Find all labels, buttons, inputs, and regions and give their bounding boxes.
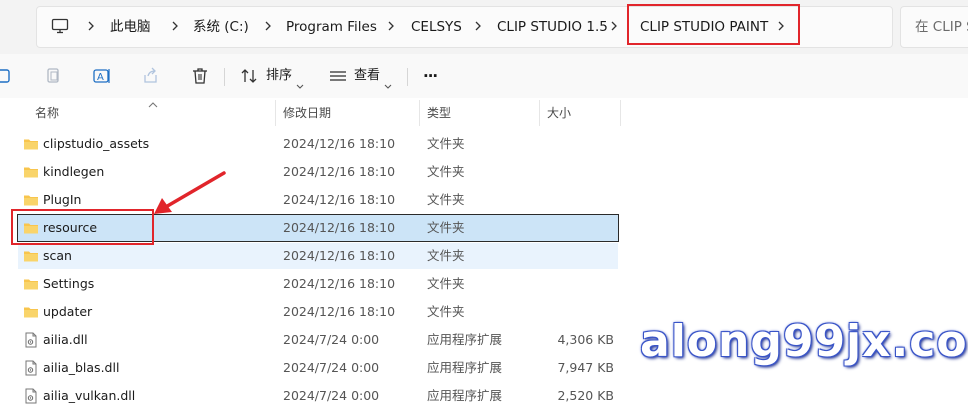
file-type: 文件夹 [427, 248, 465, 263]
file-name: clipstudio_assets [43, 136, 150, 151]
sort-label: 排序 [266, 68, 293, 83]
this-pc-icon[interactable] [51, 17, 71, 37]
view-label: 查看 [354, 68, 381, 83]
view-icon [328, 67, 348, 96]
file-name: Settings [43, 276, 95, 291]
share-icon[interactable] [141, 66, 161, 86]
breadcrumb-chevron-icon[interactable] [610, 19, 618, 33]
folder-icon [23, 164, 39, 180]
folder-icon [23, 304, 39, 320]
breadcrumb-this-pc[interactable]: 此电脑 [110, 7, 151, 47]
file-type: 文件夹 [427, 136, 465, 151]
folder-row[interactable]: scan 2024/12/16 18:10 文件夹 [18, 243, 618, 269]
file-type: 文件夹 [427, 276, 465, 291]
folder-row[interactable]: Settings 2024/12/16 18:10 文件夹 [18, 271, 618, 297]
breadcrumb-highlight-box [627, 4, 800, 45]
search-input[interactable]: 在 CLIP S [900, 6, 968, 48]
dll-file-icon [23, 360, 39, 376]
more-options-button[interactable]: ··· [423, 62, 438, 90]
column-name[interactable]: 名称 [35, 98, 59, 128]
file-name: scan [43, 248, 72, 263]
chevron-down-icon [384, 73, 392, 101]
file-name: ailia_vulkan.dll [43, 388, 136, 403]
toolbar-divider [407, 68, 408, 86]
file-type: 文件夹 [427, 192, 465, 207]
folder-icon [23, 276, 39, 292]
file-size: 7,947 KB [557, 360, 614, 375]
breadcrumb-clip-studio-1-5[interactable]: CLIP STUDIO 1.5 [497, 7, 608, 47]
folder-row[interactable]: updater 2024/12/16 18:10 文件夹 [18, 299, 618, 325]
annotation-arrow-icon [154, 171, 226, 214]
column-size[interactable]: 大小 [547, 98, 571, 128]
breadcrumb-chevron-icon[interactable] [87, 19, 95, 33]
sort-icon [240, 67, 260, 96]
search-placeholder: 在 CLIP S [915, 19, 968, 35]
file-row[interactable]: ailia_blas.dll 2024/7/24 0:00 应用程序扩展 7,947 … [18, 355, 618, 381]
folder-row[interactable]: kindlegen 2024/12/16 18:10 文件夹 [18, 159, 618, 185]
dll-file-icon [23, 332, 39, 348]
column-divider[interactable] [539, 100, 540, 126]
sort-ascending-icon [148, 97, 158, 112]
column-date-modified[interactable]: 修改日期 [283, 98, 331, 128]
file-name: kindlegen [43, 164, 105, 179]
breadcrumb-chevron-icon[interactable] [171, 19, 179, 33]
sort-button[interactable]: 排序 [240, 62, 310, 90]
file-name: ailia.dll [43, 332, 88, 347]
file-date-modified: 2024/12/16 18:10 [283, 164, 396, 179]
file-size: 2,520 KB [557, 388, 614, 403]
column-divider[interactable] [620, 100, 621, 126]
rename-icon[interactable]: A [92, 66, 112, 86]
chevron-down-icon [296, 73, 304, 101]
breadcrumb-celsys[interactable]: CELSYS [411, 7, 462, 47]
address-bar-row: 此电脑 系统 (C:) Program Files CELSYS CLIP ST… [0, 0, 968, 54]
watermark-logo: along99jx.com [640, 316, 968, 367]
file-type: 文件夹 [427, 164, 465, 179]
svg-text:A: A [97, 72, 104, 83]
file-row[interactable]: ailia_vulkan.dll 2024/7/24 0:00 应用程序扩展 2,52… [18, 383, 618, 409]
file-date-modified: 2024/7/24 0:00 [283, 360, 380, 375]
file-type: 应用程序扩展 [427, 332, 503, 347]
toolbar-divider [224, 68, 225, 86]
file-type: 文件夹 [427, 220, 465, 235]
column-type[interactable]: 类型 [427, 98, 451, 128]
file-name: ailia_blas.dll [43, 360, 120, 375]
file-date-modified: 2024/7/24 0:00 [283, 388, 380, 403]
breadcrumb-chevron-icon[interactable] [387, 19, 395, 33]
new-item-icon[interactable] [0, 66, 14, 86]
column-divider[interactable] [275, 100, 276, 126]
view-button[interactable]: 查看 [328, 62, 398, 90]
file-date-modified: 2024/12/16 18:10 [283, 192, 396, 207]
column-header: 名称 修改日期 类型 大小 [0, 98, 968, 128]
row-highlight-box [11, 209, 154, 245]
file-date-modified: 2024/7/24 0:00 [283, 332, 380, 347]
file-date-modified: 2024/12/16 18:10 [283, 136, 396, 151]
file-type: 文件夹 [427, 304, 465, 319]
delete-icon[interactable] [190, 66, 210, 86]
file-size: 4,306 KB [557, 332, 614, 347]
breadcrumb-system-c[interactable]: 系统 (C:) [193, 7, 249, 47]
file-name: updater [43, 304, 93, 319]
copy-icon[interactable] [44, 66, 64, 86]
folder-row[interactable]: clipstudio_assets 2024/12/16 18:10 文件夹 [18, 131, 618, 157]
file-date-modified: 2024/12/16 18:10 [283, 220, 396, 235]
column-divider[interactable] [419, 100, 420, 126]
breadcrumb-program-files[interactable]: Program Files [286, 7, 377, 47]
breadcrumb-chevron-icon[interactable] [264, 19, 272, 33]
file-type: 应用程序扩展 [427, 388, 503, 403]
file-date-modified: 2024/12/16 18:10 [283, 248, 396, 263]
file-row[interactable]: ailia.dll 2024/7/24 0:00 应用程序扩展 4,306 KB [18, 327, 618, 353]
folder-icon [23, 248, 39, 264]
folder-icon [23, 192, 39, 208]
folder-icon [23, 136, 39, 152]
file-type: 应用程序扩展 [427, 360, 503, 375]
file-date-modified: 2024/12/16 18:10 [283, 276, 396, 291]
file-date-modified: 2024/12/16 18:10 [283, 304, 396, 319]
breadcrumb-chevron-icon[interactable] [474, 19, 482, 33]
command-bar: A 排序 查看 ··· [0, 54, 968, 98]
